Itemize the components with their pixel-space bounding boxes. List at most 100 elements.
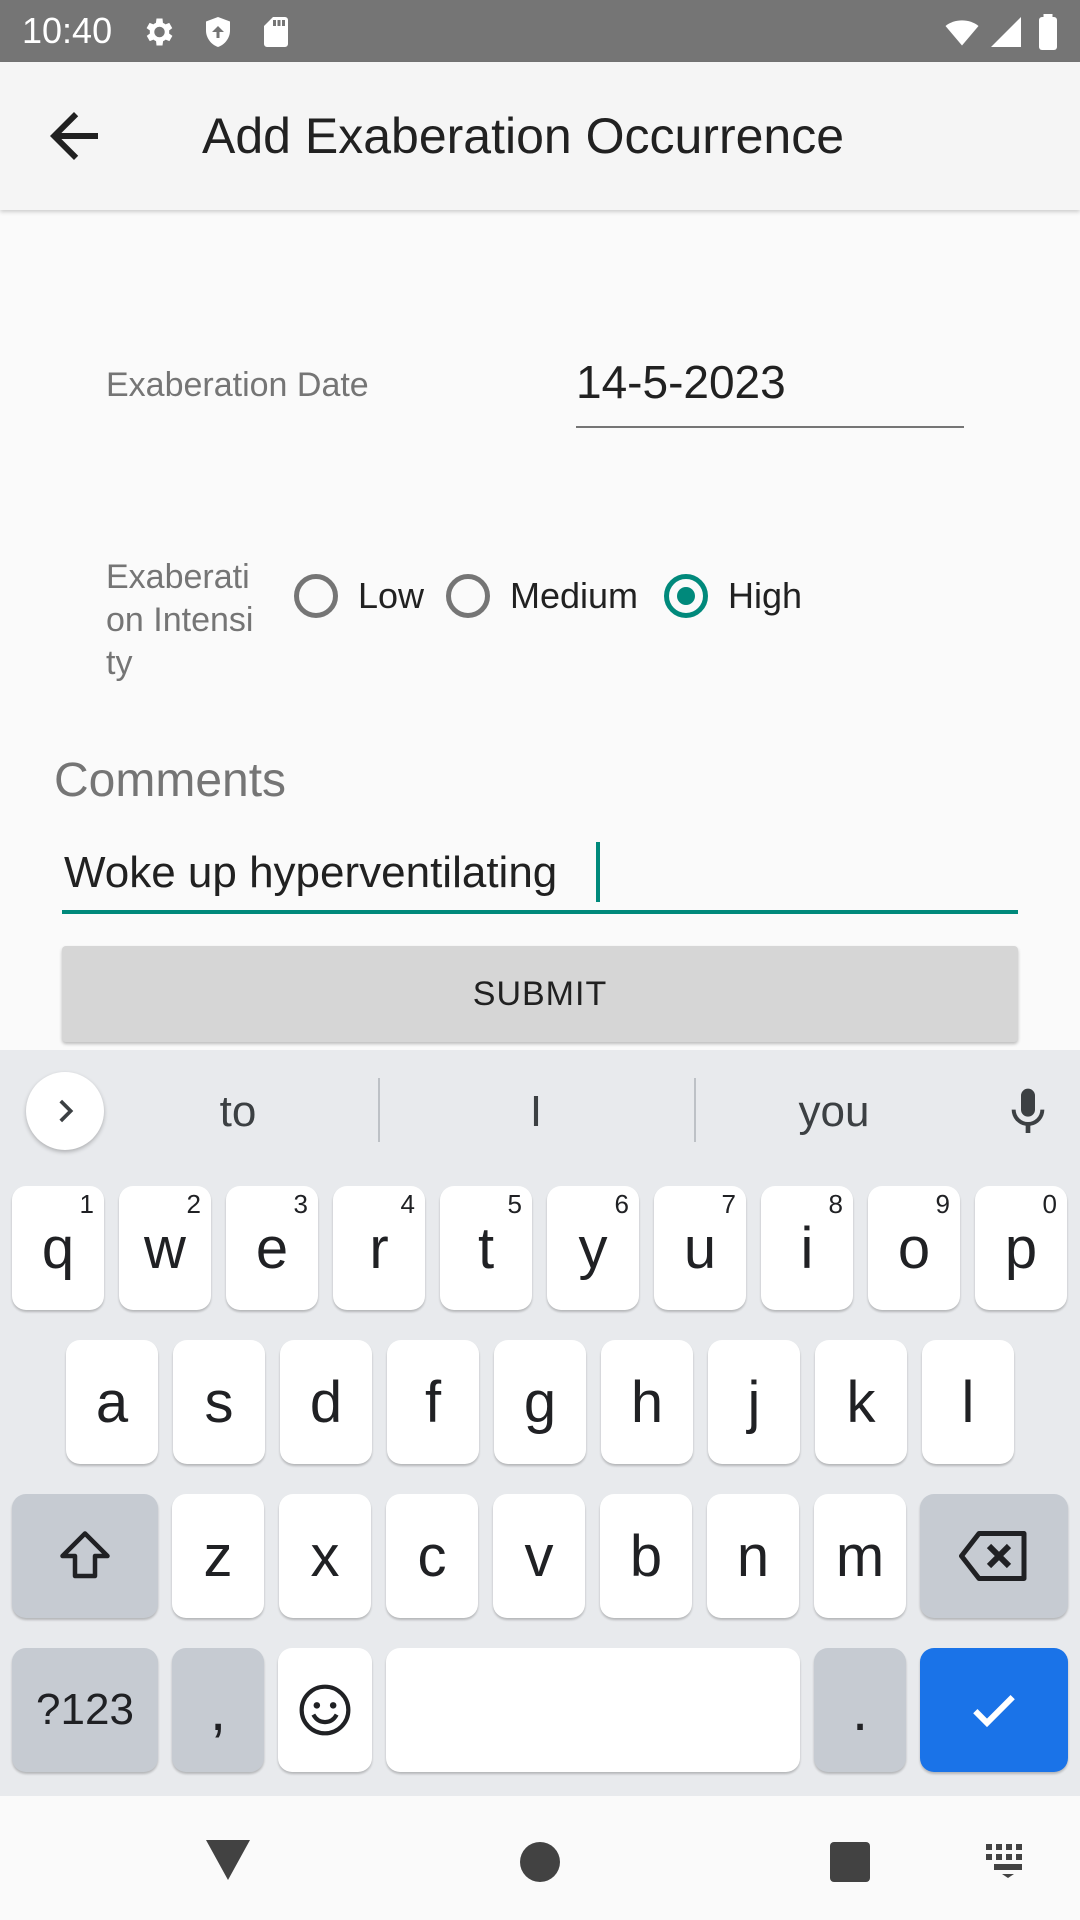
enter-key[interactable] bbox=[920, 1648, 1068, 1772]
key-label: v bbox=[524, 1523, 554, 1589]
key[interactable]: j bbox=[708, 1340, 800, 1464]
key[interactable]: v bbox=[493, 1494, 585, 1618]
comma-key[interactable]: , bbox=[172, 1648, 264, 1772]
key-label: f bbox=[424, 1369, 442, 1435]
suggestion-expand-button[interactable] bbox=[26, 1072, 104, 1150]
key-label: p bbox=[1004, 1215, 1038, 1281]
key-label: d bbox=[309, 1369, 343, 1435]
key-label: n bbox=[736, 1523, 770, 1589]
key-hint-number: 6 bbox=[614, 1189, 629, 1219]
submit-button[interactable]: SUBMIT bbox=[62, 946, 1018, 1042]
intensity-label: Exaberation Intensity bbox=[106, 558, 254, 682]
key-hint-number: 2 bbox=[186, 1189, 201, 1219]
key[interactable]: q1 bbox=[12, 1186, 104, 1310]
key-label: w bbox=[144, 1215, 186, 1281]
suggestion-item[interactable]: I bbox=[436, 1082, 636, 1142]
key-label: c bbox=[417, 1523, 447, 1589]
suggestion-item[interactable]: you bbox=[734, 1082, 934, 1142]
text-cursor bbox=[596, 842, 600, 902]
key[interactable]: o9 bbox=[868, 1186, 960, 1310]
key-label: l bbox=[961, 1369, 975, 1435]
suggestion-divider bbox=[694, 1078, 696, 1142]
suggestion-item[interactable]: to bbox=[138, 1082, 338, 1142]
recents-nav-icon[interactable] bbox=[830, 1842, 870, 1882]
radio-low[interactable]: Low bbox=[294, 564, 424, 628]
backspace-key[interactable] bbox=[920, 1494, 1068, 1618]
suggestion-divider bbox=[378, 1078, 380, 1142]
key-hint-number: 5 bbox=[507, 1189, 522, 1219]
key[interactable]: y6 bbox=[547, 1186, 639, 1310]
key[interactable]: s bbox=[173, 1340, 265, 1464]
key-label: q bbox=[41, 1215, 75, 1281]
key[interactable]: w2 bbox=[119, 1186, 211, 1310]
key[interactable]: r4 bbox=[333, 1186, 425, 1310]
key-label: t bbox=[477, 1215, 495, 1281]
comments-value: Woke up hyperventilating bbox=[64, 848, 558, 897]
key-label: b bbox=[629, 1523, 663, 1589]
key-hint-number: 9 bbox=[935, 1189, 950, 1219]
chevron-right-icon bbox=[59, 1099, 74, 1123]
shift-icon bbox=[60, 1531, 110, 1579]
key-hint-number: 0 bbox=[1042, 1189, 1057, 1219]
key[interactable]: g bbox=[494, 1340, 586, 1464]
navigation-bar bbox=[0, 1796, 1080, 1920]
key-label: z bbox=[203, 1523, 233, 1589]
key[interactable]: a bbox=[66, 1340, 158, 1464]
radio-button[interactable] bbox=[446, 574, 490, 618]
key-label: j bbox=[747, 1369, 761, 1435]
key-label: k bbox=[846, 1369, 876, 1435]
key[interactable]: c bbox=[386, 1494, 478, 1618]
date-label: Exaberation Date bbox=[106, 366, 369, 404]
key[interactable]: t5 bbox=[440, 1186, 532, 1310]
key-label: s bbox=[204, 1369, 234, 1435]
key[interactable]: d bbox=[280, 1340, 372, 1464]
key[interactable]: f bbox=[387, 1340, 479, 1464]
key[interactable]: b bbox=[600, 1494, 692, 1618]
key-label: i bbox=[800, 1215, 814, 1281]
date-value: 14-5-2023 bbox=[576, 356, 786, 408]
keyboard-switch-icon[interactable] bbox=[986, 1844, 1030, 1878]
radio-button-checked[interactable] bbox=[664, 574, 708, 618]
key-label: y bbox=[578, 1215, 608, 1281]
key-hint-number: 8 bbox=[828, 1189, 843, 1219]
microphone-icon[interactable] bbox=[1000, 1080, 1056, 1144]
radio-label: High bbox=[728, 575, 803, 616]
symbols-key[interactable]: ?123 bbox=[12, 1648, 158, 1772]
key-label: e bbox=[255, 1215, 289, 1281]
key-label: x bbox=[310, 1523, 340, 1589]
arrow-back-icon[interactable] bbox=[38, 100, 110, 172]
key[interactable]: m bbox=[814, 1494, 906, 1618]
status-time: 10:40 bbox=[22, 10, 113, 51]
radio-button[interactable] bbox=[294, 574, 338, 618]
key[interactable]: e3 bbox=[226, 1186, 318, 1310]
key[interactable]: x bbox=[279, 1494, 371, 1618]
key-hint-number: 4 bbox=[400, 1189, 415, 1219]
key-label: a bbox=[95, 1369, 129, 1435]
key[interactable]: u7 bbox=[654, 1186, 746, 1310]
space-key[interactable] bbox=[386, 1648, 800, 1772]
status-bar: 10:40 bbox=[0, 0, 1080, 62]
sd-card-icon bbox=[264, 17, 288, 47]
checkmark-icon bbox=[973, 1695, 1015, 1728]
emoji-key[interactable] bbox=[278, 1648, 372, 1772]
key[interactable]: n bbox=[707, 1494, 799, 1618]
key[interactable]: i8 bbox=[761, 1186, 853, 1310]
key[interactable]: p0 bbox=[975, 1186, 1067, 1310]
key[interactable]: k bbox=[815, 1340, 907, 1464]
key-label: r bbox=[369, 1215, 389, 1281]
key-label: h bbox=[630, 1369, 664, 1435]
period-key[interactable]: . bbox=[814, 1648, 906, 1772]
radio-medium[interactable]: Medium bbox=[446, 564, 638, 628]
key-label: m bbox=[835, 1523, 885, 1589]
back-nav-icon[interactable] bbox=[206, 1840, 250, 1880]
key[interactable]: h bbox=[601, 1340, 693, 1464]
home-nav-icon[interactable] bbox=[520, 1842, 560, 1882]
settings-icon bbox=[146, 18, 173, 46]
wifi-icon bbox=[945, 20, 979, 46]
key[interactable]: l bbox=[922, 1340, 1014, 1464]
shift-key[interactable] bbox=[12, 1494, 158, 1618]
key[interactable]: z bbox=[172, 1494, 264, 1618]
radio-high[interactable]: High bbox=[664, 564, 802, 628]
radio-label: Low bbox=[358, 575, 425, 616]
signal-icon bbox=[991, 17, 1021, 47]
